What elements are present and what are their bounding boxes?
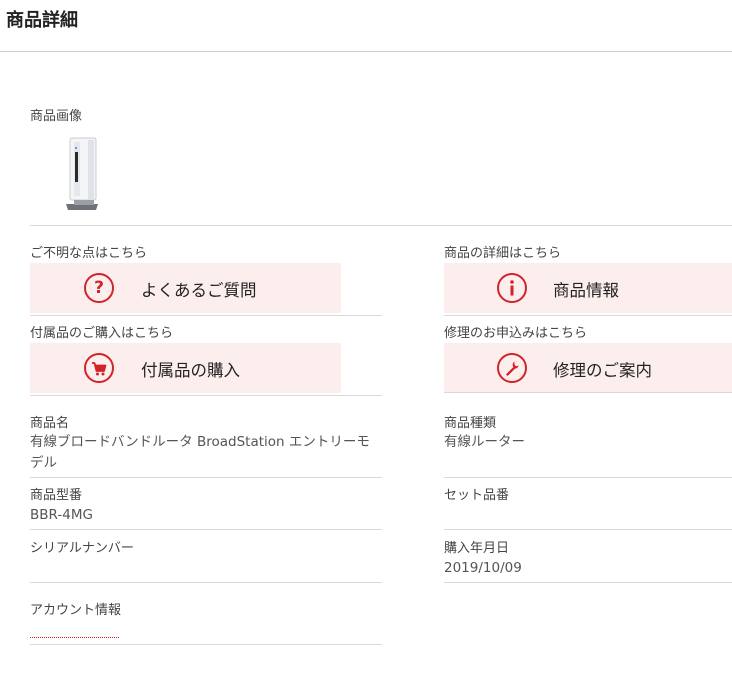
divider <box>30 644 382 645</box>
wrench-icon <box>497 353 527 383</box>
accessory-purchase-button[interactable]: 付属品の購入 <box>30 343 341 393</box>
divider <box>444 477 732 478</box>
faq-button-label: よくあるご質問 <box>141 281 257 300</box>
purchase-date-label: 購入年月日 <box>444 541 510 556</box>
question-circle-icon: ? <box>84 273 114 303</box>
product-type-label: 商品種類 <box>444 416 497 431</box>
divider <box>30 529 382 530</box>
page-title: 商品詳細 <box>6 10 78 31</box>
product-name-value: 有線ブロードバンドルータ BroadStation エントリーモデル <box>30 434 370 471</box>
cart-icon <box>84 353 114 383</box>
divider <box>30 225 732 226</box>
product-image <box>66 137 98 210</box>
divider <box>30 315 382 316</box>
repair-caption: 修理のお申込みはこちら <box>444 326 588 341</box>
purchase-date-value: 2019/10/09 <box>444 560 522 576</box>
product-name-label: 商品名 <box>30 416 70 431</box>
product-image-label: 商品画像 <box>30 109 83 124</box>
product-type-value: 有線ルーター <box>444 434 525 450</box>
account-label: アカウント情報 <box>30 603 122 618</box>
divider <box>30 395 382 396</box>
model-number-value: BBR-4MG <box>30 507 93 523</box>
faq-caption: ご不明な点はこちら <box>30 246 148 261</box>
divider <box>30 477 382 478</box>
divider <box>444 582 732 583</box>
divider <box>444 529 732 530</box>
product-info-button-label: 商品情報 <box>553 281 619 300</box>
accessory-caption: 付属品のご購入はこちら <box>30 326 174 341</box>
faq-button[interactable]: ? よくあるご質問 <box>30 263 341 313</box>
account-link-underline[interactable] <box>30 637 119 638</box>
accessory-purchase-button-label: 付属品の購入 <box>141 361 240 380</box>
repair-guide-button[interactable]: 修理のご案内 <box>444 343 732 393</box>
product-info-button[interactable]: 商品情報 <box>444 263 732 313</box>
set-number-label: セット品番 <box>444 488 510 503</box>
repair-guide-button-label: 修理のご案内 <box>553 361 652 380</box>
info-circle-icon <box>497 273 527 303</box>
divider <box>444 392 732 393</box>
divider <box>30 582 382 583</box>
divider <box>444 315 732 316</box>
serial-number-label: シリアルナンバー <box>30 541 134 556</box>
model-number-label: 商品型番 <box>30 488 83 503</box>
header-divider <box>0 51 732 52</box>
info-caption: 商品の詳細はこちら <box>444 246 562 261</box>
